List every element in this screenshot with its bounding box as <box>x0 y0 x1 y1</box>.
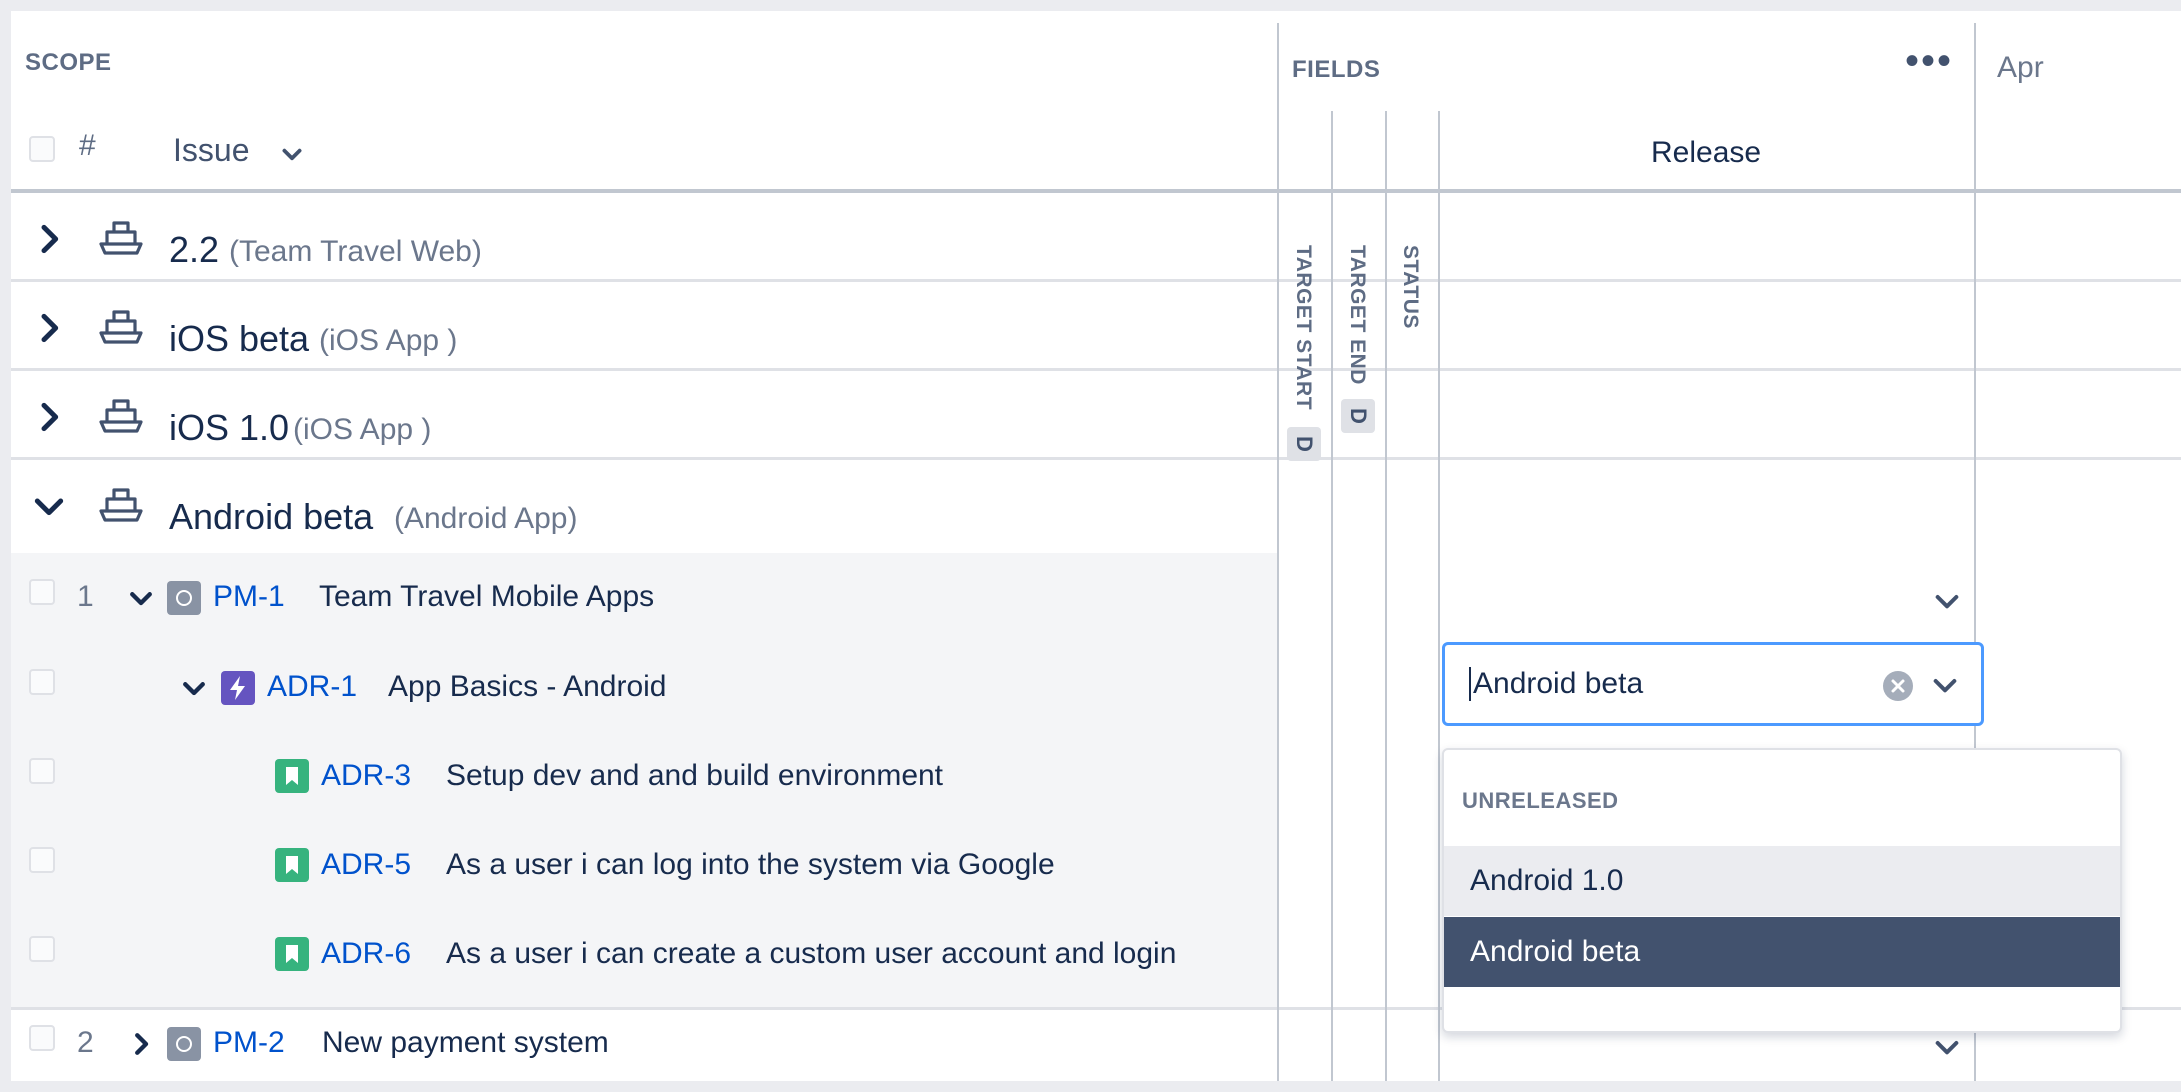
dropdown-option-android-beta[interactable]: Android beta <box>1444 917 2120 987</box>
issue-checkbox[interactable] <box>29 847 55 873</box>
story-icon <box>275 848 309 882</box>
date-badge: D <box>1341 399 1375 433</box>
release-dropdown-menu: UNRELEASED Android 1.0 Android beta <box>1442 748 2122 1033</box>
clear-icon[interactable] <box>1883 671 1913 701</box>
field-column-divider <box>1331 111 1333 1081</box>
date-badge: D <box>1287 427 1321 461</box>
release-team: (Team Travel Web) <box>229 235 482 268</box>
header-divider <box>11 189 2181 193</box>
dropdown-group-label: UNRELEASED <box>1462 788 1619 813</box>
issue-title[interactable]: Setup dev and and build environment <box>446 759 943 793</box>
chevron-right-icon[interactable] <box>29 219 69 259</box>
fields-section-title: FIELDS <box>1292 56 1381 83</box>
more-options-icon[interactable]: ••• <box>1905 39 1953 84</box>
issue-title[interactable]: App Basics - Android <box>388 670 666 704</box>
ship-icon <box>99 310 143 344</box>
issue-checkbox[interactable] <box>29 579 55 605</box>
issue-key-link[interactable]: PM-1 <box>213 580 285 614</box>
issue-key-link[interactable]: PM-2 <box>213 1026 285 1060</box>
row-number: 2 <box>77 1026 94 1059</box>
scope-section-title: SCOPE <box>25 49 112 76</box>
plan-view: SCOPE FIELDS ••• Apr # Issue Release TAR… <box>11 11 2181 1081</box>
chevron-down-icon[interactable] <box>179 673 209 703</box>
epic-icon <box>221 671 255 705</box>
rank-column-header: # <box>79 129 96 162</box>
row-divider <box>11 457 2181 460</box>
chevron-down-icon[interactable] <box>29 486 69 526</box>
release-column-header: Release <box>1651 136 1762 169</box>
chevron-right-icon[interactable] <box>126 1029 156 1059</box>
chevron-down-icon[interactable] <box>1931 1031 1963 1063</box>
issue-key-link[interactable]: ADR-5 <box>321 848 411 882</box>
issue-title[interactable]: Team Travel Mobile Apps <box>319 580 654 614</box>
story-icon <box>275 937 309 971</box>
ship-icon <box>99 399 143 433</box>
issue-checkbox[interactable] <box>29 1025 55 1051</box>
release-select-value[interactable]: Android beta <box>1469 667 1643 701</box>
dropdown-option-android-1-0[interactable]: Android 1.0 <box>1444 846 2120 916</box>
release-name[interactable]: iOS 1.0 <box>169 407 289 449</box>
chevron-right-icon[interactable] <box>29 397 69 437</box>
fields-divider <box>1277 23 1279 1081</box>
initiative-icon <box>167 581 201 615</box>
row-divider <box>11 368 2181 371</box>
chevron-right-icon[interactable] <box>29 308 69 348</box>
release-name[interactable]: 2.2 <box>169 229 219 271</box>
select-all-checkbox[interactable] <box>29 136 55 162</box>
row-number: 1 <box>77 580 94 613</box>
field-column-divider <box>1385 111 1387 1081</box>
target-end-field-label[interactable]: TARGET END <box>1345 245 1369 385</box>
issue-key-link[interactable]: ADR-1 <box>267 670 357 704</box>
ship-icon <box>99 488 143 522</box>
issue-checkbox[interactable] <box>29 758 55 784</box>
chevron-down-icon[interactable] <box>126 583 156 613</box>
release-team: (Android App) <box>394 502 578 535</box>
issue-key-link[interactable]: ADR-3 <box>321 759 411 793</box>
issue-checkbox[interactable] <box>29 936 55 962</box>
story-icon <box>275 759 309 793</box>
issue-checkbox[interactable] <box>29 669 55 695</box>
chevron-down-icon[interactable] <box>279 142 305 168</box>
release-select[interactable]: Android beta <box>1442 642 1984 726</box>
issue-title[interactable]: As a user i can log into the system via … <box>446 848 1055 882</box>
target-start-field-label[interactable]: TARGET START <box>1291 245 1315 410</box>
chevron-down-icon[interactable] <box>1929 669 1961 701</box>
chevron-down-icon[interactable] <box>1931 585 1963 617</box>
timeline-month-label: Apr <box>1997 51 2044 84</box>
issue-title[interactable]: New payment system <box>322 1026 609 1060</box>
release-name[interactable]: iOS beta <box>169 318 309 360</box>
ship-icon <box>99 221 143 255</box>
release-team: (iOS App ) <box>319 324 458 357</box>
release-name[interactable]: Android beta <box>169 496 373 538</box>
issue-title[interactable]: As a user i can create a custom user acc… <box>446 937 1176 971</box>
initiative-icon <box>167 1027 201 1061</box>
row-divider <box>11 279 2181 282</box>
release-team: (iOS App ) <box>293 413 432 446</box>
field-column-divider <box>1438 111 1440 1081</box>
issue-column-header[interactable]: Issue <box>173 132 249 169</box>
issue-key-link[interactable]: ADR-6 <box>321 937 411 971</box>
status-field-label[interactable]: STATUS <box>1398 245 1422 329</box>
